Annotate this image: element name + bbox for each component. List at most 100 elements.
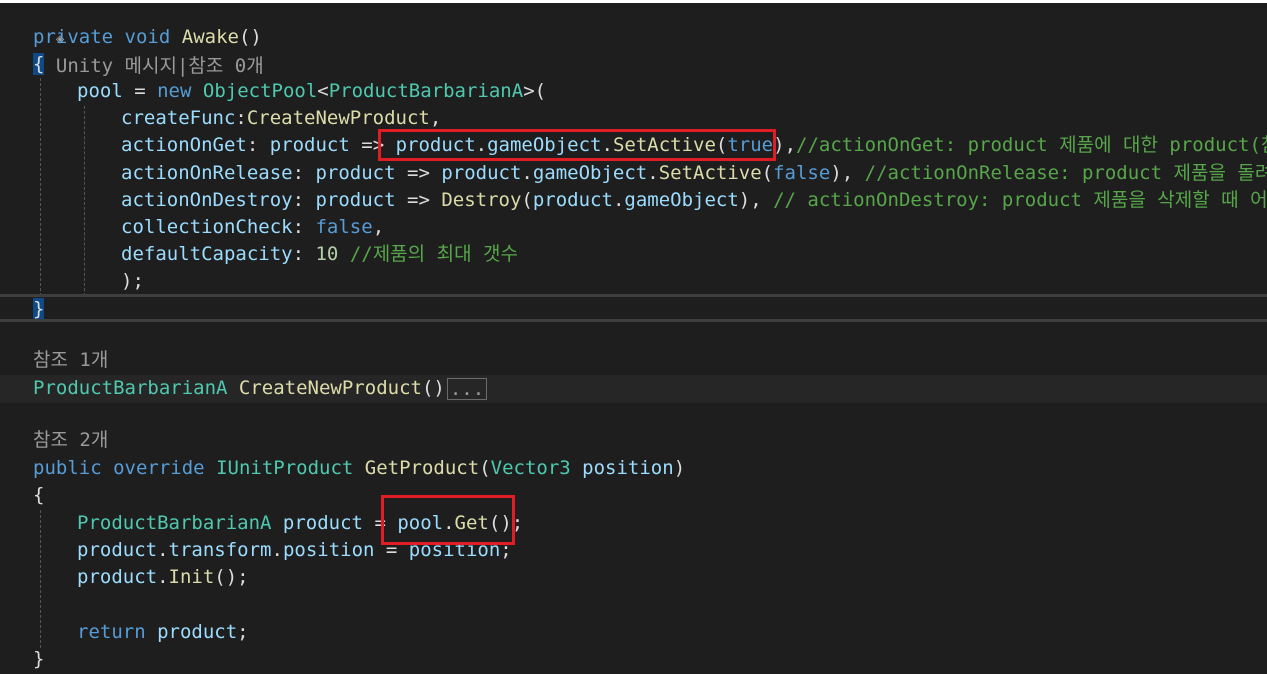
open-brace: { <box>33 484 45 506</box>
code-line-pool-new[interactable]: pool = new ObjectPool<ProductBarbarianA>… <box>77 78 546 105</box>
indent-guide <box>84 106 85 296</box>
paren: ( <box>761 162 774 184</box>
code-line-actiononrelease[interactable]: actionOnRelease: product => product.game… <box>121 160 1267 187</box>
identifier-product: product <box>441 162 522 184</box>
identifier-product: product <box>77 566 158 588</box>
type-vector3: Vector3 <box>490 457 571 479</box>
codelens-text: 참조 1개 <box>33 349 109 371</box>
indent-guide <box>40 510 41 648</box>
call-end: (); <box>214 566 249 588</box>
comma: , <box>429 107 442 129</box>
collapsed-region-button[interactable]: ... <box>446 377 488 400</box>
keyword-false: false <box>315 216 373 238</box>
code-line-actionondestroy[interactable]: actionOnDestroy: product => Destroy(prod… <box>121 187 1267 214</box>
code-line-return[interactable]: return product; <box>77 619 249 646</box>
code-line-createfunc[interactable]: createFunc:CreateNewProduct, <box>121 105 441 132</box>
comma: , <box>784 134 797 156</box>
code-line-createnewproduct[interactable]: ProductBarbarianA CreateNewProduct()... <box>33 375 488 402</box>
param-actionondestroy: actionOnDestroy <box>121 189 293 211</box>
dot: . <box>612 189 625 211</box>
identifier-product: product <box>157 621 238 643</box>
keyword-false: false <box>773 162 831 184</box>
number-10: 10 <box>315 243 339 265</box>
code-line-close-call[interactable]: ); <box>121 268 144 295</box>
colon: : <box>292 162 316 184</box>
dot: . <box>521 162 533 184</box>
code-line-awake-signature[interactable]: private void Awake() <box>33 24 262 51</box>
method-name-getproduct: GetProduct <box>364 457 480 479</box>
paren: ), <box>830 162 865 184</box>
param-createfunc: createFunc <box>121 107 236 129</box>
keyword-return: return <box>77 621 146 643</box>
codelens-references-1[interactable]: 참조 1개 <box>33 347 108 374</box>
comment-defaultcapacity: //제품의 최대 갯수 <box>349 243 518 265</box>
dot: . <box>271 539 283 561</box>
code-line-open-brace[interactable]: { <box>33 51 45 78</box>
keyword-public: public <box>33 457 102 479</box>
identifier-gameobject: gameObject <box>624 189 739 211</box>
colon: : <box>292 243 316 265</box>
identifier-product: product <box>532 189 613 211</box>
close-call: ); <box>121 270 144 292</box>
lambda-param: product <box>269 134 350 156</box>
keyword-new: new <box>157 80 192 102</box>
lambda-param: product <box>315 189 396 211</box>
operator-assign: = <box>122 80 158 102</box>
method-separator <box>0 294 1267 297</box>
dot: . <box>647 162 659 184</box>
comma: , <box>372 216 385 238</box>
colon: : <box>292 216 316 238</box>
identifier-product: product <box>282 512 363 534</box>
param-collectioncheck: collectionCheck <box>121 216 293 238</box>
code-line-defaultcapacity[interactable]: defaultCapacity: 10 //제품의 최대 갯수 <box>121 241 518 268</box>
param-position: position <box>582 457 674 479</box>
open-brace-highlighted: { <box>33 53 45 75</box>
indent-guide <box>40 78 41 296</box>
paren: ( <box>521 189 533 211</box>
identifier-transform: transform <box>168 539 272 561</box>
codelens-text: 참조 2개 <box>33 429 109 451</box>
close-brace: } <box>33 648 45 670</box>
comment-actionon-get: //actionOnGet: product 제품에 대한 product(참 <box>796 134 1267 156</box>
identifier-pool: pool <box>77 80 123 102</box>
paren: ), <box>738 189 774 211</box>
identifier-gameobject: gameObject <box>532 162 648 184</box>
method-separator <box>0 319 1267 322</box>
paren: () <box>421 377 445 399</box>
lambda-param: product <box>315 162 396 184</box>
codelens-unity-text: Unity 메시지|참조 0개 <box>55 55 264 77</box>
codelens-references-2[interactable]: 참조 2개 <box>33 427 108 454</box>
code-line-open-brace[interactable]: { <box>33 482 44 509</box>
method-init: Init <box>168 566 215 588</box>
semicolon: ; <box>237 621 249 643</box>
lambda-arrow: => <box>395 189 442 211</box>
method-setactive: SetActive <box>658 162 762 184</box>
identifier-position: position <box>282 539 375 561</box>
code-line-getproduct-signature[interactable]: public override IUnitProduct GetProduct(… <box>33 455 685 482</box>
method-name-awake: Awake <box>181 26 239 48</box>
dot: . <box>157 539 169 561</box>
paren: ) <box>673 457 686 479</box>
generic-close: >( <box>523 80 547 102</box>
codelens-unity[interactable]: ◈ Unity 메시지|참조 0개 <box>33 0 264 77</box>
colon: : <box>246 134 270 156</box>
comment-actionondestroy: // actionOnDestroy: product 제품을 삭제할 때 어 <box>773 189 1267 211</box>
keyword-override: override <box>113 457 205 479</box>
type-iunitproduct: IUnitProduct <box>216 457 354 479</box>
close-brace-highlighted: } <box>33 298 45 320</box>
colon: : <box>235 107 247 129</box>
type-productbarbariana: ProductBarbarianA <box>77 512 272 534</box>
param-actionon-get: actionOnGet <box>121 134 247 156</box>
identifier-product: product <box>77 539 158 561</box>
type-productbarbariana: ProductBarbarianA <box>328 80 524 102</box>
code-line-close-brace[interactable]: } <box>33 646 44 673</box>
dot: . <box>157 566 169 588</box>
lambda-arrow: => <box>395 162 442 184</box>
type-productbarbariana: ProductBarbarianA <box>33 377 228 399</box>
param-defaultcapacity: defaultCapacity <box>121 243 293 265</box>
param-actiononrelease: actionOnRelease <box>121 162 293 184</box>
paren: () <box>238 26 262 48</box>
code-line-init[interactable]: product.Init(); <box>77 564 249 591</box>
code-line-collectioncheck[interactable]: collectionCheck: false, <box>121 214 384 241</box>
type-objectpool: ObjectPool <box>202 80 318 102</box>
